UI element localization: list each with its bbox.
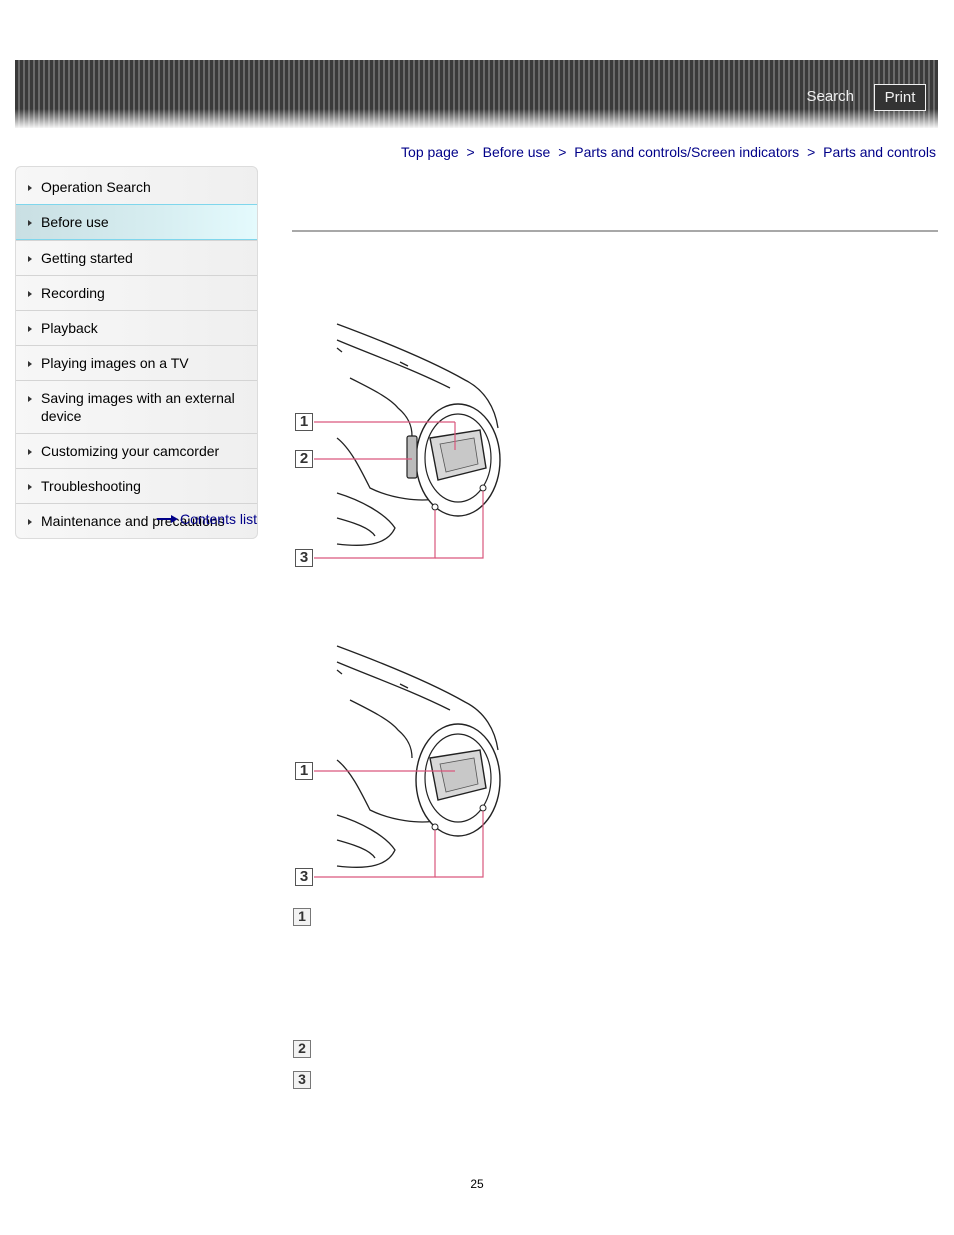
sidebar-item-label: Recording: [41, 285, 105, 301]
sidebar-item-label: Operation Search: [41, 179, 151, 195]
contents-list-link[interactable]: Contents list: [156, 511, 257, 527]
sidebar-item-saving-images[interactable]: Saving images with an external device: [16, 380, 257, 433]
camcorder-figure-1: 1 2 3: [290, 318, 510, 570]
print-button[interactable]: Print: [874, 84, 926, 111]
search-button[interactable]: Search: [806, 88, 854, 105]
camcorder-illustration: [314, 645, 501, 878]
sidebar-item-label: Playback: [41, 320, 98, 336]
breadcrumb-before-use[interactable]: Before use: [483, 144, 551, 160]
sidebar-item-label: Customizing your camcorder: [41, 443, 220, 459]
breadcrumb: Top page > Before use > Parts and contro…: [401, 144, 936, 160]
sidebar-item-troubleshooting[interactable]: Troubleshooting: [16, 468, 257, 503]
triangle-right-icon: [28, 220, 32, 226]
sidebar-item-label: Before use: [41, 214, 109, 230]
sidebar-item-playing-on-tv[interactable]: Playing images on a TV: [16, 345, 257, 380]
triangle-right-icon: [28, 484, 32, 490]
triangle-right-icon: [28, 449, 32, 455]
sidebar-item-getting-started[interactable]: Getting started: [16, 240, 257, 275]
sidebar-item-label: Getting started: [41, 250, 133, 266]
breadcrumb-separator: >: [807, 144, 816, 160]
legend-item-1: 1: [293, 908, 311, 926]
breadcrumb-separator: >: [466, 144, 475, 160]
callout-3: 3: [295, 549, 313, 567]
sidebar-item-label: Troubleshooting: [41, 478, 141, 494]
sidebar-item-label: Playing images on a TV: [41, 355, 189, 371]
callout-1: 1: [295, 413, 313, 431]
sidebar-nav: Operation Search Before use Getting star…: [15, 166, 258, 539]
contents-list-label: Contents list: [179, 511, 257, 527]
callout-1: 1: [295, 762, 313, 780]
sidebar-item-recording[interactable]: Recording: [16, 275, 257, 310]
legend-item-3: 3: [293, 1071, 311, 1089]
triangle-right-icon: [28, 396, 32, 402]
sidebar-item-customizing[interactable]: Customizing your camcorder: [16, 433, 257, 468]
sidebar-item-operation-search[interactable]: Operation Search: [16, 167, 257, 204]
breadcrumb-separator: >: [558, 144, 567, 160]
header-bar: Search Print: [15, 60, 938, 128]
triangle-right-icon: [28, 185, 32, 191]
sidebar-item-before-use[interactable]: Before use: [16, 204, 257, 240]
sidebar-item-playback[interactable]: Playback: [16, 310, 257, 345]
arrow-right-icon: [156, 515, 178, 523]
camcorder-illustration: [314, 323, 501, 559]
breadcrumb-parts-and-controls[interactable]: Parts and controls: [823, 144, 936, 160]
triangle-right-icon: [28, 291, 32, 297]
triangle-right-icon: [28, 361, 32, 367]
breadcrumb-top-page[interactable]: Top page: [401, 144, 459, 160]
sidebar-item-label: Saving images with an external device: [41, 390, 235, 424]
breadcrumb-parts-screen-indicators[interactable]: Parts and controls/Screen indicators: [574, 144, 799, 160]
callout-2: 2: [295, 450, 313, 468]
title-divider: [292, 230, 938, 232]
page-number: 25: [470, 1177, 484, 1191]
triangle-right-icon: [28, 256, 32, 262]
triangle-right-icon: [28, 326, 32, 332]
camcorder-figure-2: 1 3: [290, 640, 510, 890]
legend-item-2: 2: [293, 1040, 311, 1058]
triangle-right-icon: [28, 519, 32, 525]
callout-3: 3: [295, 868, 313, 886]
